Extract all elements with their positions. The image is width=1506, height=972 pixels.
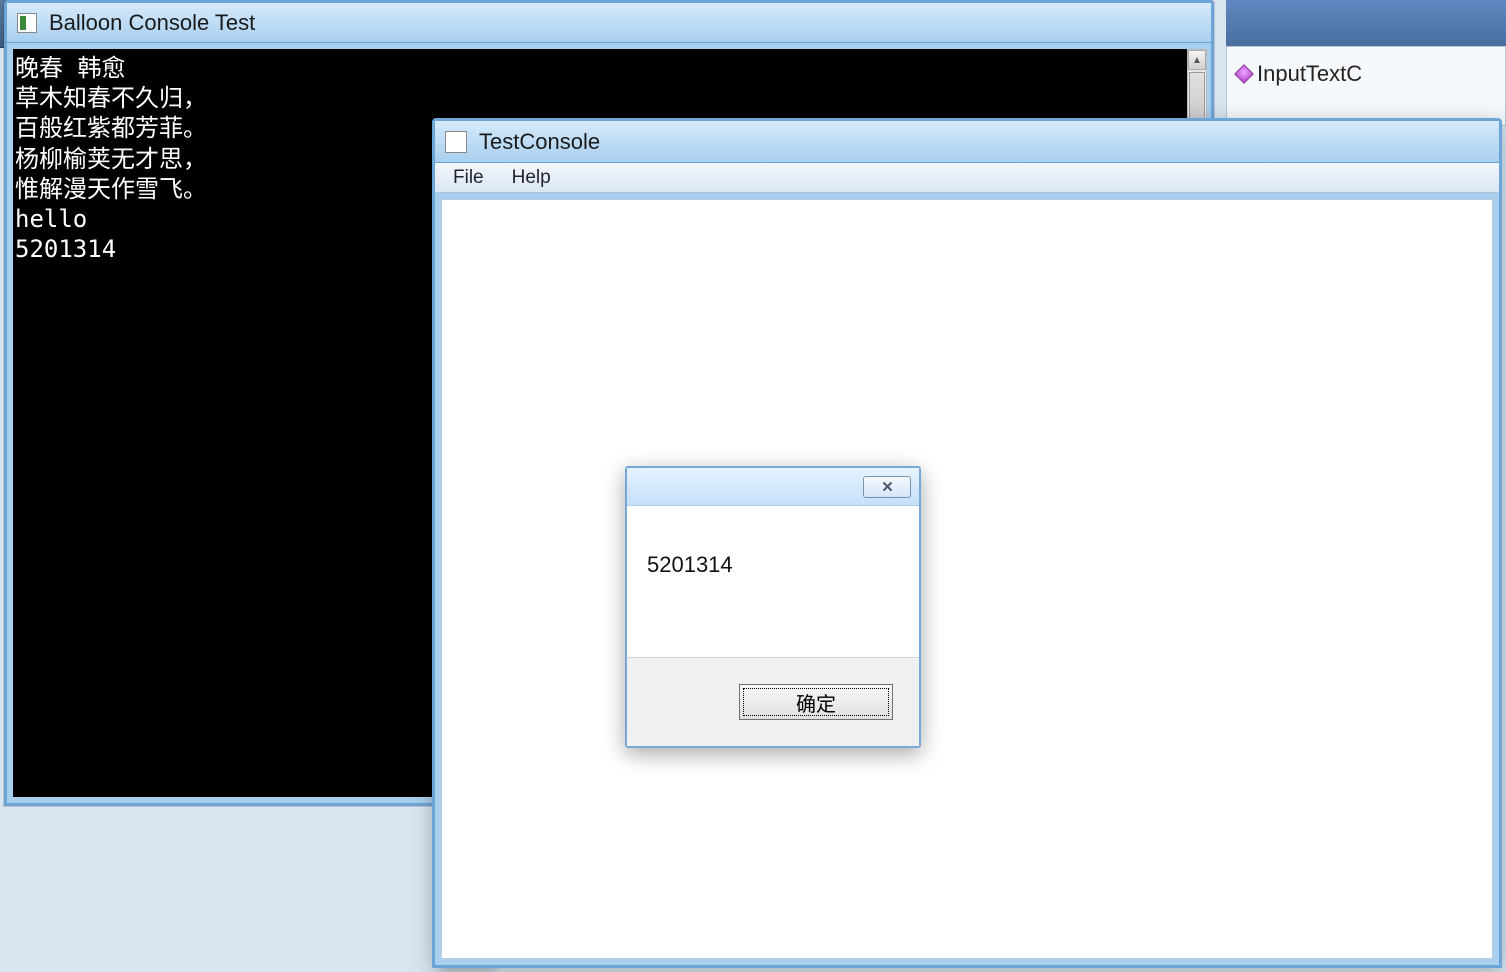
message-box-footer: 确定 [627,658,919,746]
scroll-up-button[interactable]: ▲ [1188,50,1206,70]
balloon-console-titlebar[interactable]: Balloon Console Test [7,3,1211,43]
right-panel-item[interactable]: InputTextC [1237,61,1495,87]
testconsole-title: TestConsole [479,129,600,155]
console-line: 百般红紫都芳菲。 [15,114,207,142]
right-panel-body: InputTextC [1226,46,1506,126]
close-icon: ✕ [881,478,893,496]
class-icon [1234,64,1254,84]
balloon-console-title: Balloon Console Test [49,10,255,36]
right-panel-titlebar [1226,0,1506,46]
message-box-body: 5201314 [627,506,919,658]
testconsole-titlebar[interactable]: TestConsole [435,121,1499,163]
console-line: 草木知春不久归， [15,84,207,112]
message-box-titlebar[interactable]: ✕ [627,468,919,506]
message-box-close-button[interactable]: ✕ [863,476,911,498]
testconsole-client-area [441,199,1493,959]
console-line: 5201314 [15,235,116,263]
console-line: hello [15,205,87,233]
message-box-text: 5201314 [647,552,733,577]
menu-help[interactable]: Help [502,165,561,191]
message-box-ok-button[interactable]: 确定 [739,684,893,720]
console-line: 晚春 韩愈 [15,54,125,82]
menu-file[interactable]: File [443,165,494,191]
console-icon [17,13,37,33]
console-line: 杨柳榆荚无才思， [15,145,207,173]
testconsole-window: TestConsole File Help [432,118,1502,968]
app-icon [445,131,467,153]
testconsole-menubar: File Help [435,163,1499,193]
right-panel-item-label: InputTextC [1257,61,1362,87]
message-box: ✕ 5201314 确定 [625,466,921,748]
console-line: 惟解漫天作雪飞。 [15,175,207,203]
